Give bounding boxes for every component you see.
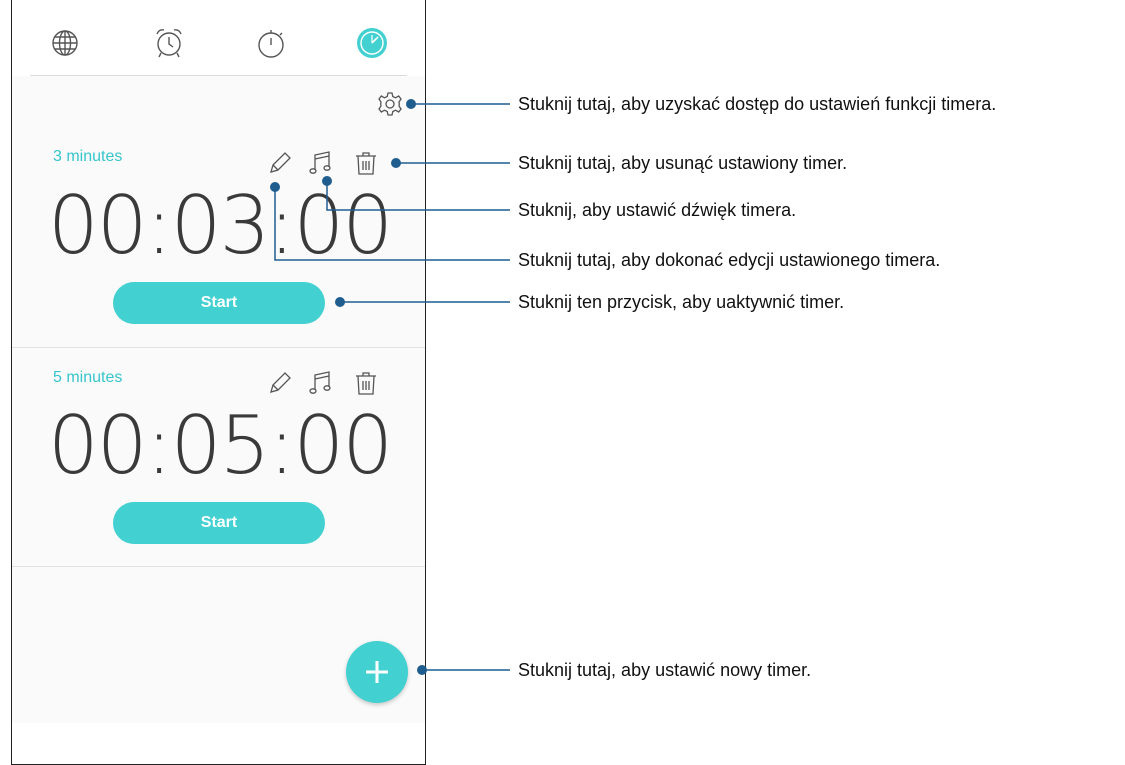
add-timer-button[interactable] — [346, 641, 408, 703]
edit-button[interactable] — [266, 149, 294, 177]
tab-timer[interactable] — [355, 26, 389, 60]
callout-edit: Stuknij tutaj, aby dokonać edycji ustawi… — [518, 250, 941, 270]
music-note-icon — [309, 151, 331, 174]
gear-icon — [378, 92, 402, 116]
tab-world-clock[interactable] — [48, 26, 82, 60]
timer-display: 00:03:00 — [47, 179, 393, 272]
sound-button[interactable] — [307, 369, 335, 397]
plus-icon — [366, 661, 388, 683]
trash-icon — [356, 152, 376, 175]
pencil-icon — [270, 372, 291, 393]
callout-start: Stuknij ten przycisk, aby uaktywnić time… — [518, 292, 845, 312]
pencil-icon — [270, 152, 291, 173]
delete-button[interactable] — [352, 369, 380, 397]
stopwatch-icon — [258, 30, 284, 58]
alarm-clock-icon — [156, 29, 182, 58]
delete-button[interactable] — [352, 149, 380, 177]
card-divider — [12, 347, 425, 348]
card-divider — [12, 566, 425, 567]
timer-title: 5 minutes — [53, 369, 123, 386]
trash-icon — [356, 372, 376, 395]
tab-alarm[interactable] — [152, 26, 186, 60]
timer-display: 00:05:00 — [47, 399, 393, 492]
timer-title: 3 minutes — [53, 148, 123, 165]
phone-screen: 3 minutes 00:03:00 Start 5 minutes 00:05… — [11, 0, 426, 765]
edit-button[interactable] — [266, 369, 294, 397]
tab-stopwatch[interactable] — [254, 26, 288, 60]
settings-button[interactable] — [376, 90, 404, 118]
sound-button[interactable] — [307, 149, 335, 177]
timer-icon — [357, 28, 387, 58]
screen-bottom — [12, 723, 425, 764]
callout-delete: Stuknij tutaj, aby usunąć ustawiony time… — [518, 153, 848, 173]
tab-bar — [12, 0, 425, 76]
callout-sound: Stuknij, aby ustawić dźwięk timera. — [518, 200, 797, 220]
start-button[interactable]: Start — [113, 282, 325, 324]
callout-add: Stuknij tutaj, aby ustawić nowy timer. — [518, 660, 812, 680]
start-button[interactable]: Start — [113, 502, 325, 544]
callout-settings: Stuknij tutaj, aby uzyskać dostęp do ust… — [518, 94, 997, 114]
globe-icon — [52, 30, 78, 56]
music-note-icon — [309, 371, 331, 394]
